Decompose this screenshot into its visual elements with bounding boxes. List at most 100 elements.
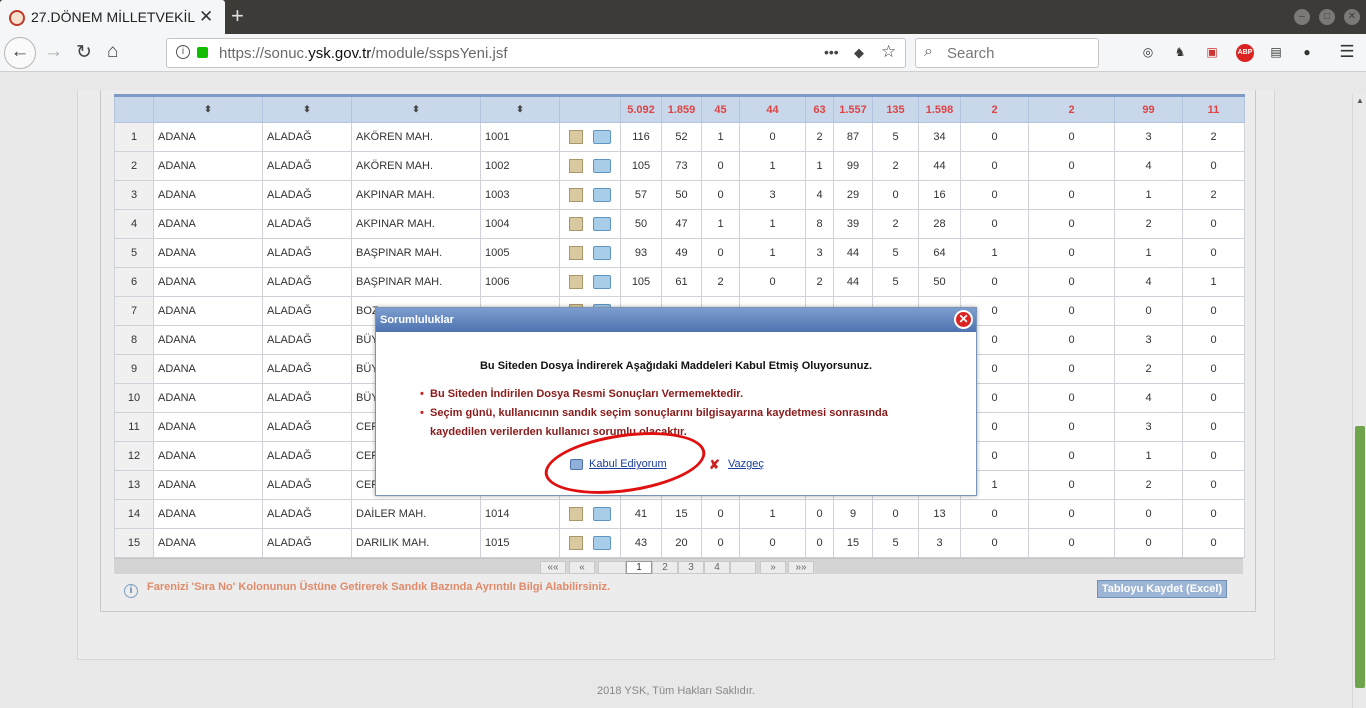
cell-value: 44: [833, 238, 873, 268]
cell-value: 2: [701, 267, 740, 297]
row-index[interactable]: 14: [114, 499, 154, 529]
cell-value: 73: [661, 151, 702, 181]
pager-page-3[interactable]: 3: [678, 561, 704, 574]
maximize-icon[interactable]: □: [1319, 9, 1335, 25]
minimize-icon[interactable]: –: [1294, 9, 1310, 25]
cell-value: 0: [1028, 325, 1115, 355]
document-icon[interactable]: [569, 130, 583, 144]
header-sort-icon[interactable]: ⬍: [262, 94, 352, 123]
pocket-icon[interactable]: ◆: [854, 45, 864, 61]
dialog-close-icon[interactable]: ✕: [954, 310, 973, 329]
header-total: 99: [1114, 94, 1183, 123]
row-index[interactable]: 13: [114, 470, 154, 500]
cancel-link[interactable]: ✘ Vazgeç: [709, 457, 764, 472]
cell-il: ADANA: [153, 238, 263, 268]
scroll-up-icon[interactable]: ▲: [1356, 96, 1364, 105]
table-row: 15 ADANA ALADAĞ DARILIK MAH. 1015 43 20 0 0 0 15 5 3…: [114, 528, 1245, 558]
back-arrow-icon[interactable]: ←: [4, 37, 36, 69]
pager-page-4[interactable]: 4: [704, 561, 730, 574]
cell-ilce: ALADAĞ: [262, 151, 352, 181]
new-tab-icon[interactable]: +: [231, 3, 244, 29]
scrollbar-thumb[interactable]: [1355, 426, 1365, 688]
document-icon[interactable]: [569, 217, 583, 231]
cell-value: 3: [918, 528, 961, 558]
document-icon[interactable]: [569, 536, 583, 550]
row-index[interactable]: 3: [114, 180, 154, 210]
cell-actions: [559, 180, 621, 210]
header-sort-icon[interactable]: ⬍: [351, 94, 481, 123]
browser-tab[interactable]: 27.DÖNEM MİLLETVEKİL ✕: [0, 0, 225, 34]
dialog-item-1-text: Bu Siteden İndirilen Dosya Resmi Sonuçla…: [430, 388, 743, 400]
reader-view-icon[interactable]: ▤: [1268, 45, 1284, 61]
cell-value: 52: [661, 122, 702, 152]
menu-icon[interactable]: ☰: [1339, 42, 1355, 61]
evernote-icon[interactable]: ♞: [1172, 45, 1188, 61]
forward-arrow-icon[interactable]: →: [44, 41, 63, 63]
row-index[interactable]: 6: [114, 267, 154, 297]
header-total: 45: [701, 94, 740, 123]
extension-dots-icon[interactable]: ●: [1299, 45, 1315, 61]
pager-page-1[interactable]: 1: [626, 561, 652, 574]
folder-icon[interactable]: [593, 246, 611, 260]
reload-icon[interactable]: ↻: [76, 41, 92, 64]
page-scrollbar[interactable]: ▲: [1352, 94, 1366, 708]
site-info-icon[interactable]: i: [176, 45, 190, 59]
search-box[interactable]: ⌕ Search: [915, 38, 1099, 68]
extension-globe-icon[interactable]: ◎: [1140, 45, 1156, 61]
tab-close-icon[interactable]: ✕: [199, 7, 213, 27]
row-index[interactable]: 15: [114, 528, 154, 558]
document-icon[interactable]: [569, 246, 583, 260]
folder-icon[interactable]: [593, 130, 611, 144]
row-index[interactable]: 2: [114, 151, 154, 181]
url-text[interactable]: https://sonuc.ysk.gov.tr/module/sspsYeni…: [219, 45, 507, 62]
info-icon: i: [124, 584, 138, 598]
document-icon[interactable]: [569, 275, 583, 289]
pager-next[interactable]: »: [760, 561, 786, 574]
cell-value: 0: [872, 180, 919, 210]
row-index[interactable]: 8: [114, 325, 154, 355]
cell-value: 2: [872, 209, 919, 239]
pager-first[interactable]: ««: [540, 561, 566, 574]
folder-icon[interactable]: [593, 217, 611, 231]
dialog-title: Sorumluluklar: [380, 314, 454, 326]
home-icon[interactable]: ⌂: [107, 41, 118, 63]
bookmark-star-icon[interactable]: ☆: [881, 42, 896, 62]
document-icon[interactable]: [569, 159, 583, 173]
cell-value: 0: [1182, 151, 1245, 181]
cell-value: 1: [739, 499, 806, 529]
row-index[interactable]: 5: [114, 238, 154, 268]
header-sort-icon[interactable]: ⬍: [153, 94, 263, 123]
pager-page-2[interactable]: 2: [652, 561, 678, 574]
row-index[interactable]: 12: [114, 441, 154, 471]
page-actions-icon[interactable]: •••: [824, 44, 839, 60]
folder-icon[interactable]: [593, 507, 611, 521]
adblock-plus-icon[interactable]: ABP: [1236, 44, 1254, 62]
save-excel-button[interactable]: Tabloyu Kaydet (Excel): [1097, 580, 1227, 598]
document-icon[interactable]: [569, 188, 583, 202]
row-index[interactable]: 10: [114, 383, 154, 413]
search-input[interactable]: Search: [947, 45, 995, 62]
close-window-icon[interactable]: ✕: [1344, 9, 1360, 25]
document-icon[interactable]: [569, 507, 583, 521]
pager-prev[interactable]: «: [569, 561, 595, 574]
pager-last[interactable]: »»: [788, 561, 814, 574]
cell-muhtarlik: BAŞPINAR MAH.: [351, 267, 481, 297]
folder-icon[interactable]: [593, 275, 611, 289]
cell-value: 3: [1114, 122, 1183, 152]
cell-muhtarlik: AKÖREN MAH.: [351, 151, 481, 181]
header-total: 2: [960, 94, 1029, 123]
cell-value: 1: [739, 238, 806, 268]
url-bar[interactable]: i https://sonuc.ysk.gov.tr/module/sspsYe…: [166, 38, 906, 68]
row-index[interactable]: 4: [114, 209, 154, 239]
row-index[interactable]: 9: [114, 354, 154, 384]
row-index[interactable]: 11: [114, 412, 154, 442]
extension-red-icon[interactable]: ▣: [1204, 45, 1220, 61]
folder-icon[interactable]: [593, 159, 611, 173]
folder-icon[interactable]: [593, 188, 611, 202]
row-index[interactable]: 1: [114, 122, 154, 152]
cell-value: 105: [620, 267, 662, 297]
row-index[interactable]: 7: [114, 296, 154, 326]
cell-sandik: 1001: [480, 122, 560, 152]
header-sort-icon[interactable]: ⬍: [480, 94, 560, 123]
folder-icon[interactable]: [593, 536, 611, 550]
